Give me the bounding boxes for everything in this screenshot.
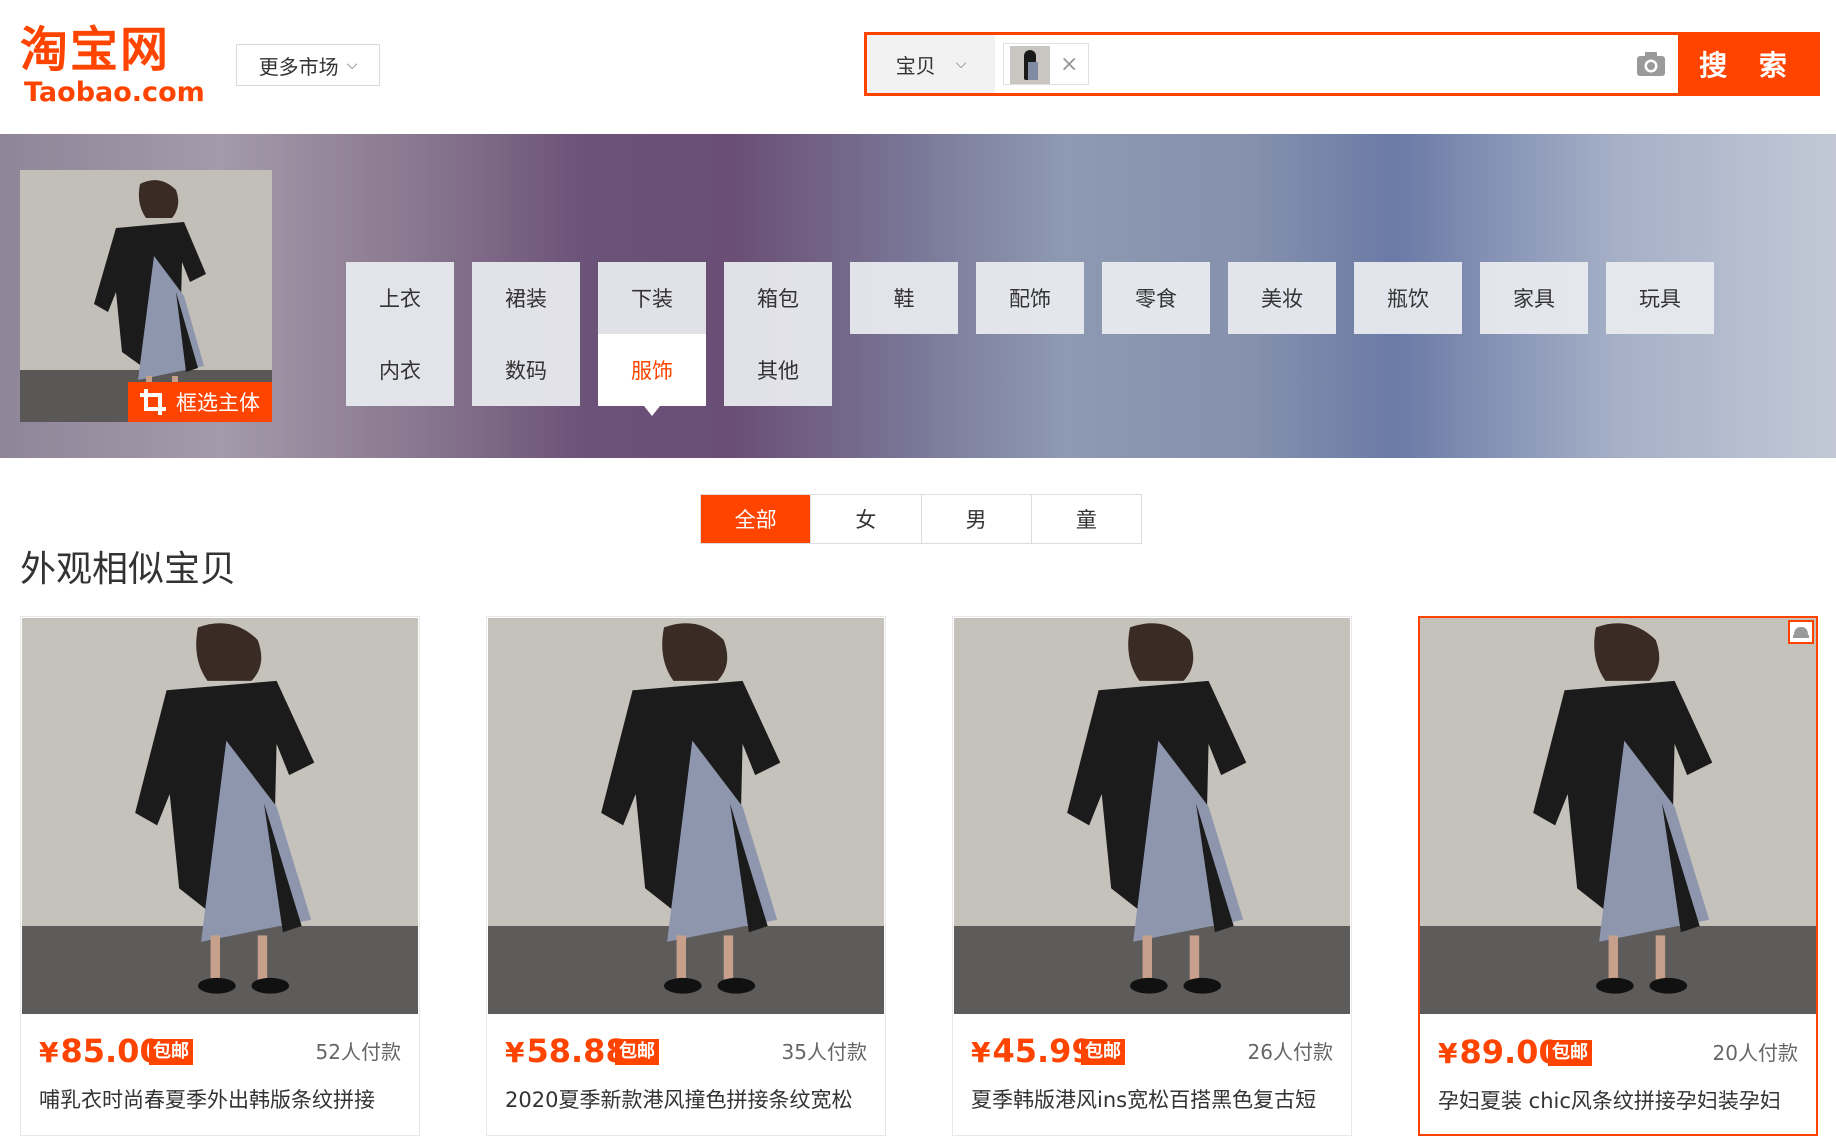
product-price: ¥58.88: [505, 1031, 628, 1073]
product-title[interactable]: 孕妇夏装 chic风条纹拼接孕妇装孕妇: [1438, 1086, 1804, 1116]
product-title[interactable]: 夏季韩版港风ins宽松百搭黑色复古短: [971, 1085, 1337, 1115]
product-image[interactable]: [488, 618, 884, 1014]
camera-icon[interactable]: [1635, 47, 1667, 81]
category-bottoms[interactable]: 下装: [598, 262, 706, 334]
category-label: 数码: [505, 359, 547, 383]
category-label: 内衣: [379, 359, 421, 383]
search-type-select[interactable]: 宝贝 ⌵: [867, 35, 995, 93]
logo-english-text: Taobao.com: [24, 77, 205, 108]
product-price: ¥85.00: [39, 1031, 162, 1073]
gender-tabs: 全部 女 男 童: [700, 494, 1142, 544]
category-accessories[interactable]: 配饰: [976, 262, 1084, 334]
category-tops[interactable]: 上衣: [346, 262, 454, 334]
category-snacks[interactable]: 零食: [1102, 262, 1210, 334]
search-button[interactable]: 搜 索: [1678, 32, 1820, 96]
category-label: 下装: [631, 287, 673, 311]
sales-count: 20人付款: [1712, 1041, 1798, 1065]
free-shipping-badge: 包邮: [615, 1039, 659, 1065]
currency-symbol: ¥: [971, 1036, 991, 1069]
price-value: 89.00: [1459, 1033, 1561, 1071]
search-image-chip: ×: [1003, 43, 1089, 85]
tab-kids[interactable]: 童: [1030, 495, 1141, 543]
category-shoes[interactable]: 鞋: [850, 262, 958, 334]
category-label: 裙装: [505, 287, 547, 311]
category-digital[interactable]: 数码: [472, 334, 580, 406]
category-furniture[interactable]: 家具: [1480, 262, 1588, 334]
category-label: 家具: [1513, 287, 1555, 311]
category-label: 箱包: [757, 287, 799, 311]
sales-count: 35人付款: [781, 1040, 867, 1064]
category-underwear[interactable]: 内衣: [346, 334, 454, 406]
product-card[interactable]: ¥45.99 包邮 26人付款 夏季韩版港风ins宽松百搭黑色复古短: [952, 616, 1352, 1136]
product-title[interactable]: 2020夏季新款港风撞色拼接条纹宽松: [505, 1085, 871, 1115]
price-value: 85.00: [60, 1032, 162, 1070]
search-type-label: 宝贝: [895, 53, 936, 78]
category-label: 服饰: [631, 359, 673, 383]
price-value: 45.99: [992, 1032, 1094, 1070]
free-shipping-badge: 包邮: [1081, 1039, 1125, 1065]
product-image[interactable]: [22, 618, 418, 1014]
category-label: 鞋: [893, 287, 915, 311]
currency-symbol: ¥: [1438, 1037, 1458, 1070]
product-image[interactable]: [954, 618, 1350, 1014]
more-markets-dropdown[interactable]: 更多市场 ⌵: [236, 44, 380, 86]
tab-men[interactable]: 男: [920, 495, 1031, 543]
chevron-down-icon: ⌵: [955, 56, 967, 72]
category-apparel[interactable]: 服饰: [598, 334, 706, 416]
category-other[interactable]: 其他: [724, 334, 832, 406]
product-card[interactable]: ¥85.00 包邮 52人付款 哺乳衣时尚春夏季外出韩版条纹拼接: [20, 616, 420, 1136]
category-label: 上衣: [379, 287, 421, 311]
product-image[interactable]: [1420, 618, 1816, 1014]
crop-icon: [140, 389, 166, 415]
free-shipping-badge: 包邮: [149, 1039, 193, 1065]
product-card[interactable]: ¥89.00 包邮 20人付款 孕妇夏装 chic风条纹拼接孕妇装孕妇: [1418, 616, 1818, 1136]
currency-symbol: ¥: [505, 1036, 525, 1069]
close-icon[interactable]: ×: [1060, 52, 1078, 77]
category-label: 玩具: [1639, 287, 1681, 311]
header: 淘宝网 Taobao.com 更多市场 ⌵ 宝贝 ⌵ × 搜 索: [0, 0, 1836, 134]
product-price: ¥45.99: [971, 1031, 1094, 1073]
category-label: 美妆: [1261, 287, 1303, 311]
category-cosmetics[interactable]: 美妆: [1228, 262, 1336, 334]
section-title: 外观相似宝贝: [20, 549, 237, 590]
free-shipping-badge: 包邮: [1548, 1040, 1592, 1066]
product-price: ¥89.00: [1438, 1032, 1561, 1074]
search-input[interactable]: [1099, 41, 1479, 87]
product-card[interactable]: ¥58.88 包邮 35人付款 2020夏季新款港风撞色拼接条纹宽松: [486, 616, 886, 1136]
category-toys[interactable]: 玩具: [1606, 262, 1714, 334]
select-subject-button[interactable]: 框选主体: [128, 382, 272, 422]
category-label: 其他: [757, 359, 799, 383]
category-label: 瓶饮: [1387, 287, 1429, 311]
product-title[interactable]: 哺乳衣时尚春夏季外出韩版条纹拼接: [39, 1085, 405, 1115]
taobao-logo[interactable]: 淘宝网 Taobao.com: [20, 22, 212, 108]
tab-women[interactable]: 女: [810, 495, 921, 543]
category-label: 配饰: [1009, 287, 1051, 311]
category-bags[interactable]: 箱包: [724, 262, 832, 334]
price-value: 58.88: [526, 1032, 628, 1070]
category-label: 零食: [1135, 287, 1177, 311]
category-dresses[interactable]: 裙装: [472, 262, 580, 334]
search-image-thumbnail[interactable]: [1010, 46, 1050, 84]
sales-count: 26人付款: [1247, 1040, 1333, 1064]
category-banner: 上衣 裙装 下装 箱包 鞋 配饰 零食 美妆 瓶饮 家具 玩具 内衣 数码 服饰…: [0, 134, 1836, 458]
currency-symbol: ¥: [39, 1036, 59, 1069]
tab-all[interactable]: 全部: [701, 495, 811, 543]
chevron-down-icon: ⌵: [346, 57, 358, 73]
logo-chinese-text: 淘宝网: [20, 22, 171, 78]
search-bar: 宝贝 ⌵ × 搜 索: [864, 32, 1820, 96]
more-markets-label: 更多市场: [258, 54, 339, 79]
select-subject-label: 框选主体: [176, 391, 260, 415]
sales-count: 52人付款: [315, 1040, 401, 1064]
similar-search-icon[interactable]: [1788, 620, 1814, 644]
category-bottled-drinks[interactable]: 瓶饮: [1354, 262, 1462, 334]
